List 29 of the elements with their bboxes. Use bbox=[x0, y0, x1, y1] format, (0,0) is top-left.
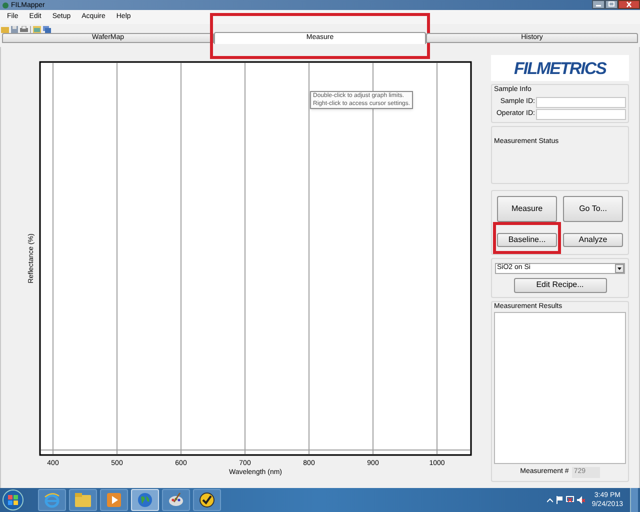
folder-icon bbox=[75, 493, 91, 507]
close-icon[interactable] bbox=[618, 0, 640, 9]
checkmark-icon bbox=[199, 492, 215, 508]
network-icon[interactable] bbox=[566, 496, 574, 504]
app-icon bbox=[2, 2, 9, 8]
taskbar-button[interactable] bbox=[193, 489, 221, 511]
chevron-up-icon[interactable] bbox=[546, 498, 553, 502]
logo: FILMETRICS bbox=[491, 55, 629, 81]
start-orb-icon[interactable] bbox=[2, 489, 24, 511]
minimize-icon[interactable] bbox=[592, 0, 605, 9]
play-icon bbox=[107, 493, 121, 507]
palette-icon bbox=[168, 492, 184, 508]
browser-icon bbox=[44, 492, 60, 508]
action-button[interactable]: Baseline... bbox=[497, 232, 557, 246]
globe-icon bbox=[137, 492, 153, 508]
edit-recipe-button[interactable]: Edit Recipe... bbox=[514, 278, 606, 292]
speaker-icon[interactable] bbox=[576, 496, 585, 504]
caret-icon[interactable] bbox=[615, 264, 624, 272]
action-button[interactable]: Analyze bbox=[563, 232, 623, 246]
taskbar-button[interactable] bbox=[162, 489, 190, 511]
action-button[interactable]: Measure bbox=[497, 196, 557, 222]
action-button[interactable]: Go To... bbox=[563, 196, 623, 222]
input-field[interactable] bbox=[536, 108, 626, 120]
flag-icon[interactable] bbox=[556, 496, 563, 504]
plot-area[interactable] bbox=[39, 61, 472, 456]
maximize-icon[interactable] bbox=[605, 0, 618, 9]
input-field[interactable] bbox=[536, 96, 626, 108]
windows-icon[interactable] bbox=[43, 26, 51, 33]
print-icon[interactable] bbox=[20, 26, 28, 33]
